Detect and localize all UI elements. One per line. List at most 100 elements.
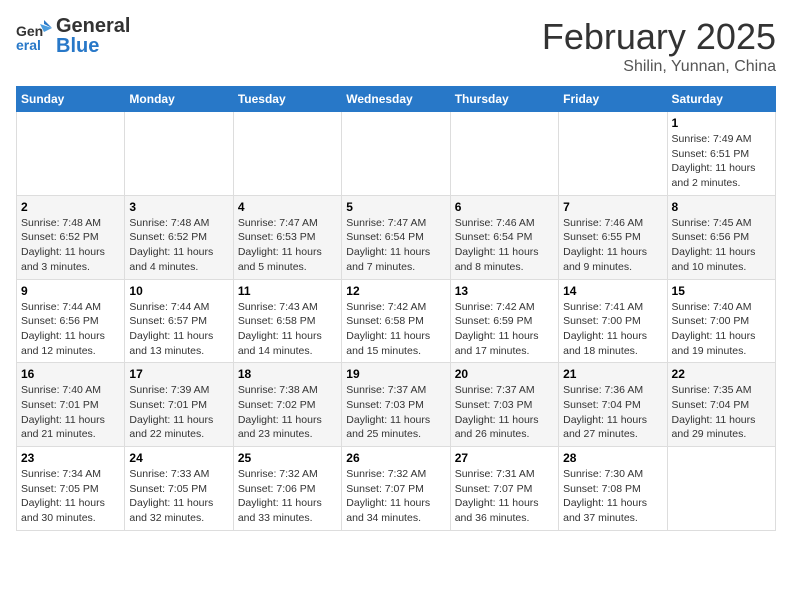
day-info: Sunrise: 7:46 AM Sunset: 6:55 PM Dayligh… xyxy=(563,216,662,275)
day-info: Sunrise: 7:40 AM Sunset: 7:01 PM Dayligh… xyxy=(21,383,120,442)
day-info: Sunrise: 7:30 AM Sunset: 7:08 PM Dayligh… xyxy=(563,467,662,526)
calendar-cell: 8 Sunrise: 7:45 AM Sunset: 6:56 PM Daylig… xyxy=(667,195,775,279)
day-number: 23 xyxy=(21,451,120,465)
day-info: Sunrise: 7:41 AM Sunset: 7:00 PM Dayligh… xyxy=(563,300,662,359)
calendar-cell xyxy=(450,112,558,196)
page-header: Gen eral General Blue February 2025 Shil… xyxy=(16,16,776,76)
calendar-cell: 24 Sunrise: 7:33 AM Sunset: 7:05 PM Dayli… xyxy=(125,447,233,531)
day-number: 3 xyxy=(129,200,228,214)
day-info: Sunrise: 7:39 AM Sunset: 7:01 PM Dayligh… xyxy=(129,383,228,442)
day-info: Sunrise: 7:38 AM Sunset: 7:02 PM Dayligh… xyxy=(238,383,337,442)
calendar-table: SundayMondayTuesdayWednesdayThursdayFrid… xyxy=(16,86,776,531)
logo-general: General xyxy=(56,16,130,36)
calendar-cell: 28 Sunrise: 7:30 AM Sunset: 7:08 PM Dayli… xyxy=(559,447,667,531)
day-info: Sunrise: 7:44 AM Sunset: 6:56 PM Dayligh… xyxy=(21,300,120,359)
day-number: 22 xyxy=(672,367,771,381)
day-info: Sunrise: 7:46 AM Sunset: 6:54 PM Dayligh… xyxy=(455,216,554,275)
calendar-cell: 4Sunrise: 7:47 AM Sunset: 6:53 PM Daylig… xyxy=(233,195,341,279)
week-row-2: 2Sunrise: 7:48 AM Sunset: 6:52 PM Daylig… xyxy=(17,195,776,279)
calendar-cell: 26 Sunrise: 7:32 AM Sunset: 7:07 PM Dayli… xyxy=(342,447,450,531)
day-number: 24 xyxy=(129,451,228,465)
day-info: Sunrise: 7:42 AM Sunset: 6:58 PM Dayligh… xyxy=(346,300,445,359)
day-info: Sunrise: 7:42 AM Sunset: 6:59 PM Dayligh… xyxy=(455,300,554,359)
calendar-cell: 25 Sunrise: 7:32 AM Sunset: 7:06 PM Dayli… xyxy=(233,447,341,531)
day-info: Sunrise: 7:49 AM Sunset: 6:51 PM Dayligh… xyxy=(672,132,771,191)
day-info: Sunrise: 7:34 AM Sunset: 7:05 PM Dayligh… xyxy=(21,467,120,526)
week-row-3: 9 Sunrise: 7:44 AM Sunset: 6:56 PM Daylig… xyxy=(17,279,776,363)
week-row-1: 1 Sunrise: 7:49 AM Sunset: 6:51 PM Daylig… xyxy=(17,112,776,196)
logo-icon: Gen eral xyxy=(16,18,52,54)
day-info: Sunrise: 7:45 AM Sunset: 6:56 PM Dayligh… xyxy=(672,216,771,275)
calendar-cell: 18 Sunrise: 7:38 AM Sunset: 7:02 PM Dayli… xyxy=(233,363,341,447)
day-number: 13 xyxy=(455,284,554,298)
calendar-cell xyxy=(667,447,775,531)
day-number: 16 xyxy=(21,367,120,381)
day-number: 8 xyxy=(672,200,771,214)
day-number: 9 xyxy=(21,284,120,298)
day-info: Sunrise: 7:37 AM Sunset: 7:03 PM Dayligh… xyxy=(455,383,554,442)
week-row-4: 16 Sunrise: 7:40 AM Sunset: 7:01 PM Dayli… xyxy=(17,363,776,447)
day-number: 10 xyxy=(129,284,228,298)
week-row-5: 23 Sunrise: 7:34 AM Sunset: 7:05 PM Dayli… xyxy=(17,447,776,531)
day-number: 20 xyxy=(455,367,554,381)
calendar-cell xyxy=(125,112,233,196)
day-of-week-sunday: Sunday xyxy=(17,87,125,112)
logo-blue: Blue xyxy=(56,36,130,56)
calendar-cell: 1 Sunrise: 7:49 AM Sunset: 6:51 PM Daylig… xyxy=(667,112,775,196)
calendar-cell: 6Sunrise: 7:46 AM Sunset: 6:54 PM Daylig… xyxy=(450,195,558,279)
day-info: Sunrise: 7:31 AM Sunset: 7:07 PM Dayligh… xyxy=(455,467,554,526)
calendar-cell xyxy=(342,112,450,196)
days-header-row: SundayMondayTuesdayWednesdayThursdayFrid… xyxy=(17,87,776,112)
svg-text:eral: eral xyxy=(16,37,41,53)
day-of-week-friday: Friday xyxy=(559,87,667,112)
calendar-cell: 10Sunrise: 7:44 AM Sunset: 6:57 PM Dayli… xyxy=(125,279,233,363)
day-info: Sunrise: 7:33 AM Sunset: 7:05 PM Dayligh… xyxy=(129,467,228,526)
day-info: Sunrise: 7:48 AM Sunset: 6:52 PM Dayligh… xyxy=(129,216,228,275)
day-number: 15 xyxy=(672,284,771,298)
calendar-cell xyxy=(559,112,667,196)
day-number: 7 xyxy=(563,200,662,214)
calendar-cell: 23 Sunrise: 7:34 AM Sunset: 7:05 PM Dayli… xyxy=(17,447,125,531)
day-info: Sunrise: 7:37 AM Sunset: 7:03 PM Dayligh… xyxy=(346,383,445,442)
calendar-cell: 13 Sunrise: 7:42 AM Sunset: 6:59 PM Dayli… xyxy=(450,279,558,363)
calendar-cell: 16 Sunrise: 7:40 AM Sunset: 7:01 PM Dayli… xyxy=(17,363,125,447)
calendar-cell xyxy=(233,112,341,196)
day-number: 5 xyxy=(346,200,445,214)
day-info: Sunrise: 7:40 AM Sunset: 7:00 PM Dayligh… xyxy=(672,300,771,359)
day-number: 21 xyxy=(563,367,662,381)
day-number: 14 xyxy=(563,284,662,298)
calendar-cell: 27Sunrise: 7:31 AM Sunset: 7:07 PM Dayli… xyxy=(450,447,558,531)
day-info: Sunrise: 7:48 AM Sunset: 6:52 PM Dayligh… xyxy=(21,216,120,275)
calendar-cell: 20 Sunrise: 7:37 AM Sunset: 7:03 PM Dayli… xyxy=(450,363,558,447)
day-number: 12 xyxy=(346,284,445,298)
day-number: 1 xyxy=(672,116,771,130)
day-of-week-tuesday: Tuesday xyxy=(233,87,341,112)
day-info: Sunrise: 7:32 AM Sunset: 7:07 PM Dayligh… xyxy=(346,467,445,526)
day-info: Sunrise: 7:47 AM Sunset: 6:54 PM Dayligh… xyxy=(346,216,445,275)
logo-text: General Blue xyxy=(56,16,130,56)
calendar-cell: 9 Sunrise: 7:44 AM Sunset: 6:56 PM Daylig… xyxy=(17,279,125,363)
calendar-cell: 3 Sunrise: 7:48 AM Sunset: 6:52 PM Daylig… xyxy=(125,195,233,279)
calendar-cell: 5 Sunrise: 7:47 AM Sunset: 6:54 PM Daylig… xyxy=(342,195,450,279)
day-number: 25 xyxy=(238,451,337,465)
day-number: 28 xyxy=(563,451,662,465)
calendar-cell: 11 Sunrise: 7:43 AM Sunset: 6:58 PM Dayli… xyxy=(233,279,341,363)
logo: Gen eral General Blue xyxy=(16,16,130,56)
day-number: 17 xyxy=(129,367,228,381)
calendar-cell: 12 Sunrise: 7:42 AM Sunset: 6:58 PM Dayli… xyxy=(342,279,450,363)
calendar-cell: 2Sunrise: 7:48 AM Sunset: 6:52 PM Daylig… xyxy=(17,195,125,279)
calendar-cell: 19Sunrise: 7:37 AM Sunset: 7:03 PM Dayli… xyxy=(342,363,450,447)
day-number: 18 xyxy=(238,367,337,381)
day-info: Sunrise: 7:43 AM Sunset: 6:58 PM Dayligh… xyxy=(238,300,337,359)
day-number: 26 xyxy=(346,451,445,465)
calendar-cell: 14 Sunrise: 7:41 AM Sunset: 7:00 PM Dayli… xyxy=(559,279,667,363)
title-block: February 2025 Shilin, Yunnan, China xyxy=(542,16,776,76)
calendar-subtitle: Shilin, Yunnan, China xyxy=(542,58,776,76)
day-of-week-monday: Monday xyxy=(125,87,233,112)
day-number: 11 xyxy=(238,284,337,298)
calendar-cell: 17 Sunrise: 7:39 AM Sunset: 7:01 PM Dayli… xyxy=(125,363,233,447)
calendar-cell: 15 Sunrise: 7:40 AM Sunset: 7:00 PM Dayli… xyxy=(667,279,775,363)
calendar-title: February 2025 xyxy=(542,16,776,58)
day-of-week-wednesday: Wednesday xyxy=(342,87,450,112)
day-info: Sunrise: 7:32 AM Sunset: 7:06 PM Dayligh… xyxy=(238,467,337,526)
